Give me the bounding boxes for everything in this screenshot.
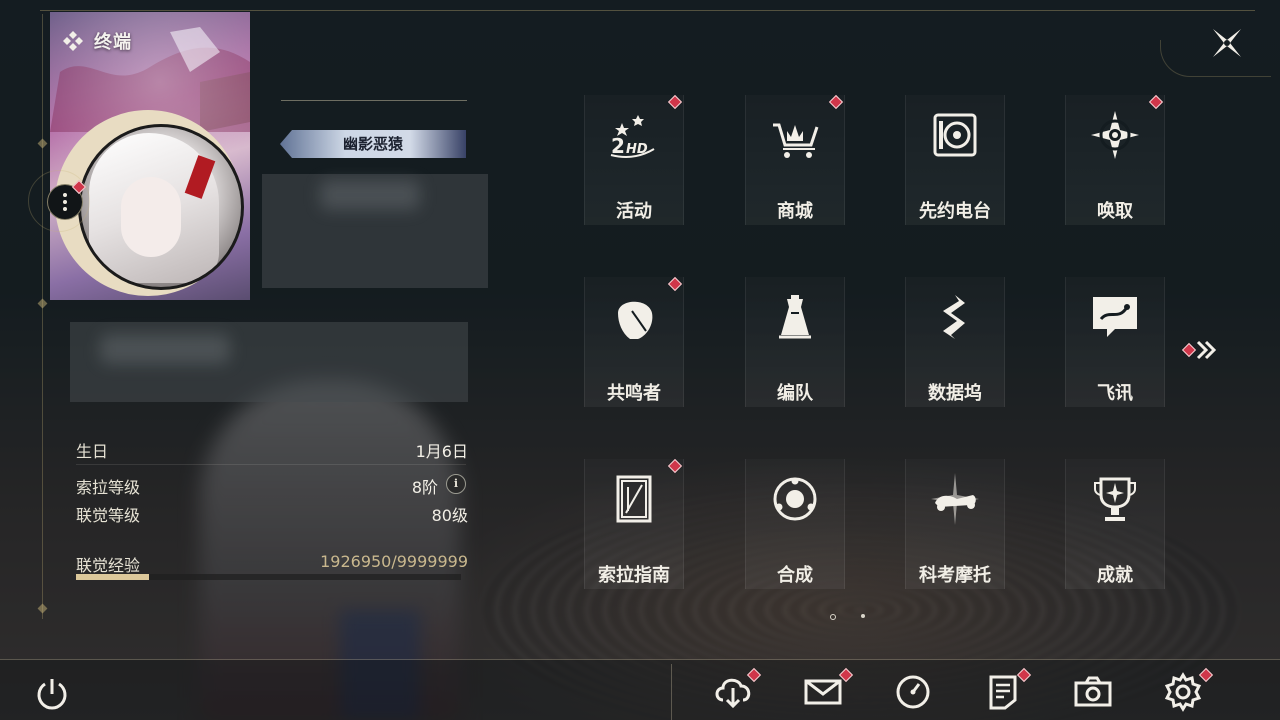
menu-tile-radio[interactable]: 先约电台: [905, 95, 1005, 225]
download-icon: [715, 678, 751, 709]
synthesis-icon: [773, 477, 817, 521]
more-dot-icon: [63, 207, 67, 211]
page-indicator[interactable]: [861, 614, 865, 618]
terminal-diamond-icon: [63, 31, 83, 51]
menu-label-shop: 商城: [777, 201, 813, 222]
menu-label-messages: 飞讯: [1097, 383, 1133, 404]
bottom-divider-line: [0, 659, 1280, 660]
menu-label-motorcycle: 科考摩托: [919, 565, 991, 586]
settings-button[interactable]: [1163, 667, 1214, 712]
frame-top-line: [40, 10, 1255, 11]
menu-label-events: 活动: [616, 201, 652, 222]
menu-tile-achievements[interactable]: 成就: [1065, 459, 1165, 589]
camera-button[interactable]: [1073, 672, 1113, 712]
menu-label-resonators: 共鸣者: [607, 383, 661, 404]
menu-tile-motorcycle[interactable]: 科考摩托: [905, 459, 1005, 589]
terminal-menu-screen: 终端 幽影恶猿 生日 1月6日 索拉等级 8阶 i 联觉等级 80级 联觉经验 …: [0, 0, 1280, 720]
birthday-value: 1月6日: [415, 442, 468, 461]
union-exp-label: 联觉经验: [76, 556, 141, 575]
menu-tile-events[interactable]: 2 HD 活动: [584, 94, 684, 225]
union-exp-value: 1926950/9999999: [320, 552, 468, 571]
union-exp-fill: [76, 574, 150, 580]
name-divider: [281, 100, 467, 101]
avatar[interactable]: [78, 124, 244, 290]
chat-message-icon: [1093, 297, 1137, 337]
union-level-value: 80级: [431, 506, 468, 525]
svg-text:HD: HD: [626, 142, 648, 157]
close-icon: [1213, 29, 1241, 57]
notice-button[interactable]: [983, 667, 1032, 712]
menu-tile-shop[interactable]: 商城: [745, 94, 845, 225]
shop-cart-icon: [773, 123, 819, 158]
menu-tile-synthesis[interactable]: 合成: [745, 459, 845, 589]
menu-tile-team[interactable]: 编队: [745, 277, 845, 407]
menu-tile-resonators[interactable]: 共鸣者: [584, 276, 684, 407]
menu-label-data-bank: 数据坞: [928, 383, 982, 404]
union-exp-bar: [76, 574, 461, 580]
mail-icon: [804, 679, 842, 705]
menu-tile-convene[interactable]: 唤取: [1065, 94, 1165, 225]
svg-text:2: 2: [611, 134, 625, 158]
menu-label-guidebook: 索拉指南: [598, 565, 670, 586]
mail-button[interactable]: [803, 667, 854, 712]
menu-label-team: 编队: [777, 383, 813, 404]
convene-star-icon: [1091, 111, 1139, 159]
more-dot-icon: [63, 200, 67, 204]
power-button[interactable]: [32, 674, 72, 714]
notice-icon: [989, 675, 1017, 710]
info-icon[interactable]: i: [446, 474, 466, 494]
more-dot-icon: [63, 193, 67, 197]
card-title: 终端: [94, 32, 132, 53]
radio-icon: [933, 113, 977, 157]
menu-label-radio: 先约电台: [919, 201, 991, 222]
sol-rank-value: 8阶: [411, 478, 438, 497]
card-header: 终端: [62, 28, 132, 54]
frame-left-line: [42, 14, 43, 619]
menu-label-convene: 唤取: [1097, 201, 1133, 222]
menu-label-synthesis: 合成: [777, 565, 813, 586]
motorcycle-icon: [931, 473, 979, 525]
event-2hd-icon: 2 HD: [610, 115, 655, 158]
close-button[interactable]: [1207, 23, 1247, 63]
union-level-label: 联觉等级: [76, 506, 141, 525]
bottom-vertical-divider: [671, 664, 672, 720]
power-icon: [37, 679, 67, 710]
trophy-icon: [1094, 477, 1136, 521]
menu-tile-data-bank[interactable]: 数据坞: [905, 277, 1005, 407]
next-page-button[interactable]: [1181, 338, 1222, 362]
sol-rank-label: 索拉等级: [76, 478, 141, 497]
birthday-label: 生日: [76, 442, 109, 461]
clock-icon: [896, 675, 930, 709]
clock-button[interactable]: [893, 672, 933, 712]
page-indicator-active[interactable]: [830, 614, 836, 620]
menu-tile-guidebook[interactable]: 索拉指南: [584, 458, 684, 589]
data-bank-icon: [943, 295, 965, 339]
player-name[interactable]: 幽影恶猿: [280, 130, 466, 158]
menu-label-achievements: 成就: [1097, 565, 1133, 586]
camera-icon: [1074, 676, 1112, 707]
resonator-head-icon: [618, 301, 653, 339]
guide-book-icon: [616, 475, 652, 523]
team-chess-icon: [779, 295, 811, 339]
menu-tile-messages[interactable]: 飞讯: [1065, 277, 1165, 407]
download-button[interactable]: [713, 667, 762, 712]
settings-gear-icon: [1164, 672, 1202, 712]
